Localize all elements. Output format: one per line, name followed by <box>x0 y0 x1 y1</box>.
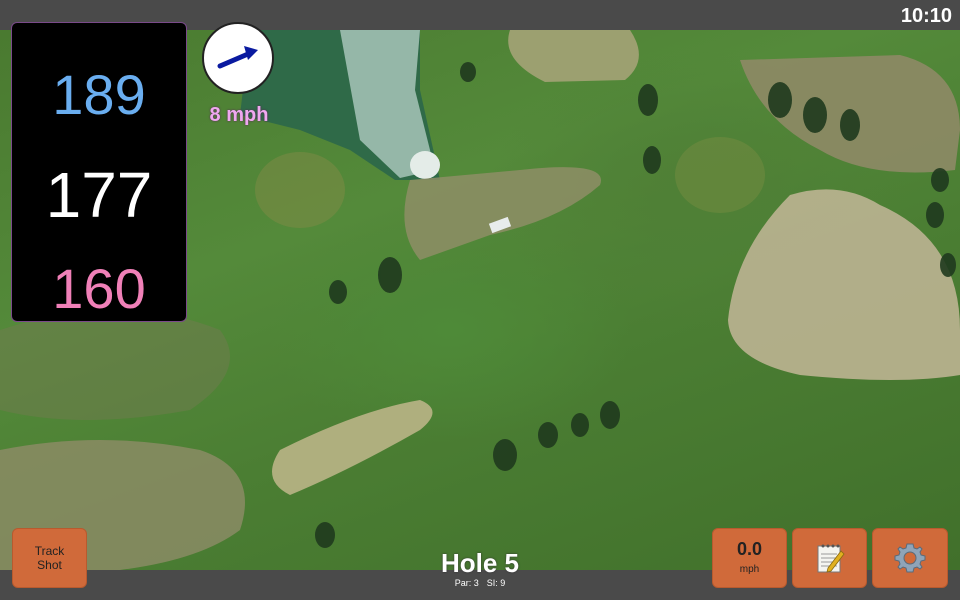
speed-unit: mph <box>739 564 760 575</box>
notes-button[interactable] <box>792 528 867 588</box>
pond-patch <box>410 151 440 179</box>
speed-button[interactable]: 0.0 mph <box>712 528 787 588</box>
green-area <box>675 137 765 213</box>
settings-button[interactable] <box>872 528 948 588</box>
rough-area <box>508 30 639 82</box>
bunker-right <box>728 189 960 380</box>
wind-direction-dial <box>202 22 274 94</box>
track-shot-button[interactable]: Track Shot <box>12 528 87 588</box>
front-distance: 160 <box>52 257 146 320</box>
hole-stroke-index: SI: 9 <box>486 578 506 588</box>
gear-icon <box>894 543 926 573</box>
speed-value: 0.0 <box>736 539 763 559</box>
clock: 10:10 <box>900 5 952 27</box>
bunker-left <box>272 400 433 495</box>
rough-area <box>404 167 601 260</box>
hole-details: Par: 3 SI: 9 <box>380 578 580 588</box>
green-area <box>255 152 345 228</box>
distance-panel: 189 177 160 <box>11 22 187 322</box>
track-shot-label: Track Shot <box>34 544 65 572</box>
rough-area <box>0 310 230 420</box>
hole-info: Hole 5 Par: 3 SI: 9 <box>380 548 580 588</box>
wind-speed: 8 mph <box>209 104 269 126</box>
wind-arrow-icon <box>217 46 258 69</box>
middle-distance: 177 <box>45 159 153 231</box>
back-distance: 189 <box>52 63 146 126</box>
hole-par: Par: 3 <box>454 578 479 588</box>
hole-title: Hole 5 <box>440 548 520 578</box>
notepad-icon <box>817 544 845 573</box>
